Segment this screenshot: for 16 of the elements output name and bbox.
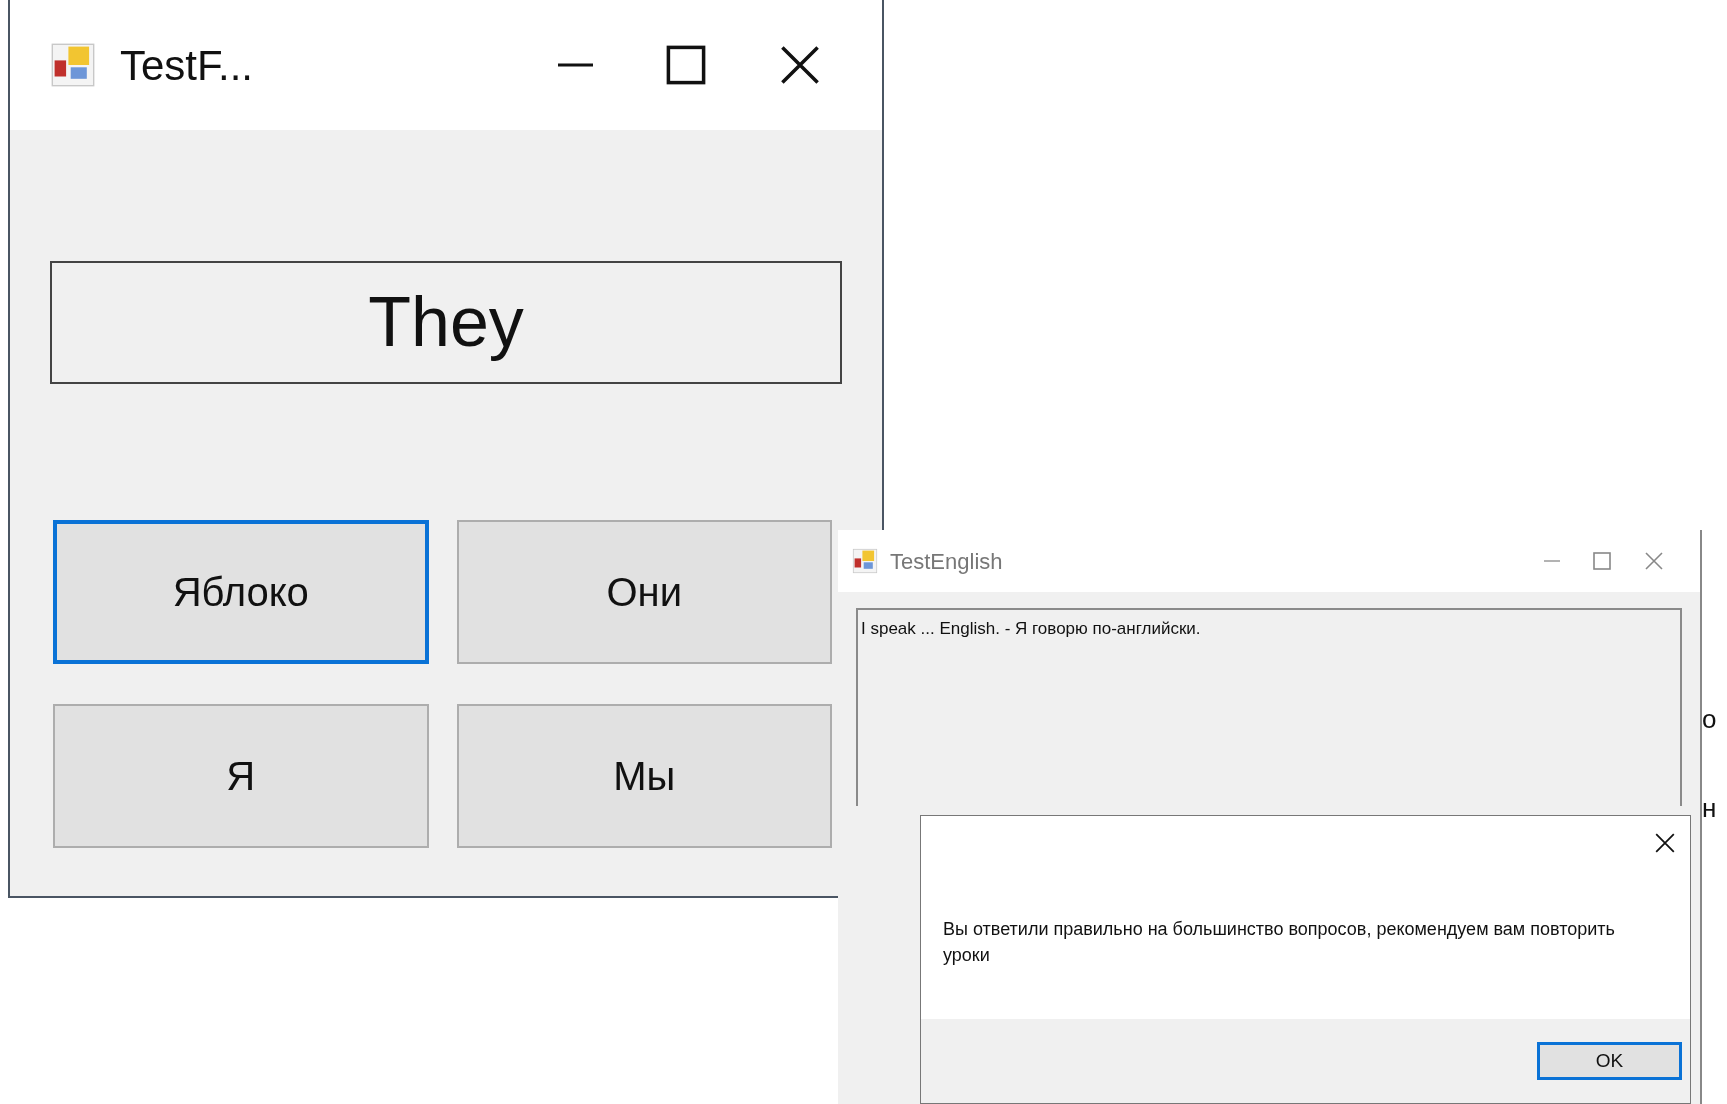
word-label: They <box>50 261 842 384</box>
answer-button[interactable]: Я <box>53 704 429 848</box>
window-title: TestF... <box>120 40 254 91</box>
app-icon <box>50 42 96 88</box>
question-text-box[interactable]: I speak ... English. - Я говорю по-английски. <box>856 608 1682 806</box>
window-title: TestEnglish <box>890 547 1003 576</box>
background-text-fragment: н <box>1702 792 1717 825</box>
close-icon[interactable] <box>1654 832 1676 854</box>
app-icon <box>852 548 878 574</box>
answer-button[interactable]: Яблоко <box>53 520 429 664</box>
answer-button[interactable]: Они <box>456 520 832 664</box>
ok-button[interactable]: OK <box>1537 1042 1682 1080</box>
message-text: Вы ответили правильно на большинство вопросов, рекомендуем вам повторить уроки <box>942 918 1616 967</box>
close-icon[interactable] <box>778 43 822 87</box>
answer-button[interactable]: Мы <box>456 704 832 848</box>
background-text-fragment: о <box>1702 703 1717 736</box>
